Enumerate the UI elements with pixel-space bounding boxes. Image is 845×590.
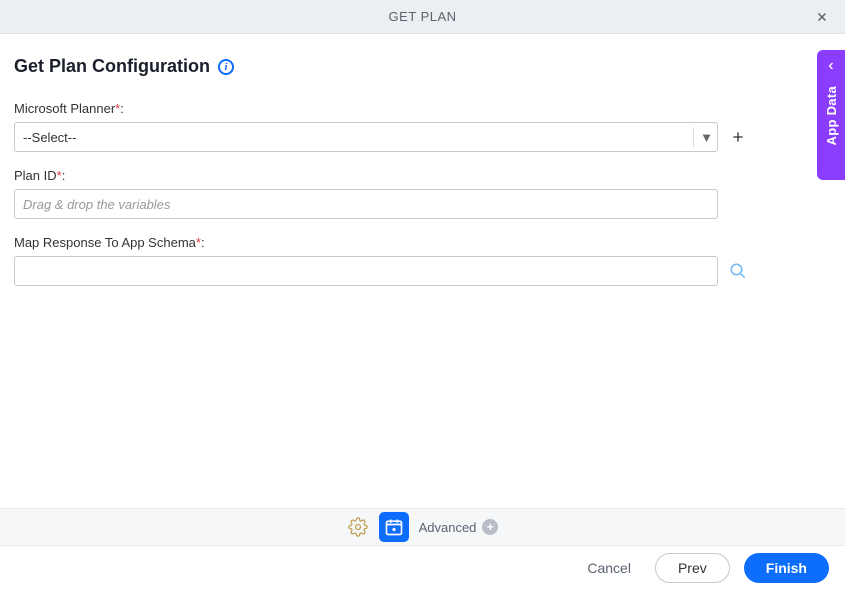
advanced-label-text: Advanced xyxy=(419,520,477,535)
app-data-tab[interactable]: App Data xyxy=(817,50,845,180)
plus-circle-icon: + xyxy=(482,519,498,535)
info-icon[interactable]: i xyxy=(218,59,234,75)
planner-label: Microsoft Planner*: xyxy=(14,101,831,116)
plus-icon xyxy=(730,129,746,145)
schema-label: Map Response To App Schema*: xyxy=(14,235,831,250)
field-plan-id: Plan ID*: xyxy=(14,168,831,219)
advanced-toggle[interactable]: Advanced + xyxy=(419,519,499,535)
search-icon xyxy=(729,262,747,280)
field-microsoft-planner: Microsoft Planner*: --Select-- ▼ xyxy=(14,101,831,152)
page-title-row: Get Plan Configuration i xyxy=(14,56,831,77)
content-area: Get Plan Configuration i Microsoft Plann… xyxy=(0,34,845,286)
close-icon xyxy=(815,10,829,24)
gear-icon xyxy=(348,517,368,537)
dialog-header: GET PLAN xyxy=(0,0,845,34)
plan-id-label: Plan ID*: xyxy=(14,168,831,183)
plan-id-input[interactable] xyxy=(14,189,718,219)
chevron-down-icon: ▼ xyxy=(693,127,713,147)
close-button[interactable] xyxy=(811,6,833,28)
field-map-response: Map Response To App Schema*: xyxy=(14,235,831,286)
side-tab-label: App Data xyxy=(824,86,839,145)
page-title: Get Plan Configuration xyxy=(14,56,210,77)
schema-browse-button[interactable] xyxy=(728,261,748,281)
schema-input[interactable] xyxy=(14,256,718,286)
schedule-button[interactable] xyxy=(379,512,409,542)
bottom-toolbar: Advanced + xyxy=(0,508,845,546)
finish-button[interactable]: Finish xyxy=(744,553,829,583)
chevron-left-icon xyxy=(825,60,837,72)
planner-select[interactable]: --Select-- ▼ xyxy=(14,122,718,152)
dialog-title: GET PLAN xyxy=(388,9,456,24)
planner-selected-value: --Select-- xyxy=(23,130,76,145)
settings-button[interactable] xyxy=(347,516,369,538)
calendar-icon xyxy=(384,517,404,537)
cancel-button[interactable]: Cancel xyxy=(577,554,641,582)
footer: Cancel Prev Finish xyxy=(0,546,845,590)
prev-button[interactable]: Prev xyxy=(655,553,730,583)
add-planner-button[interactable] xyxy=(728,127,748,147)
